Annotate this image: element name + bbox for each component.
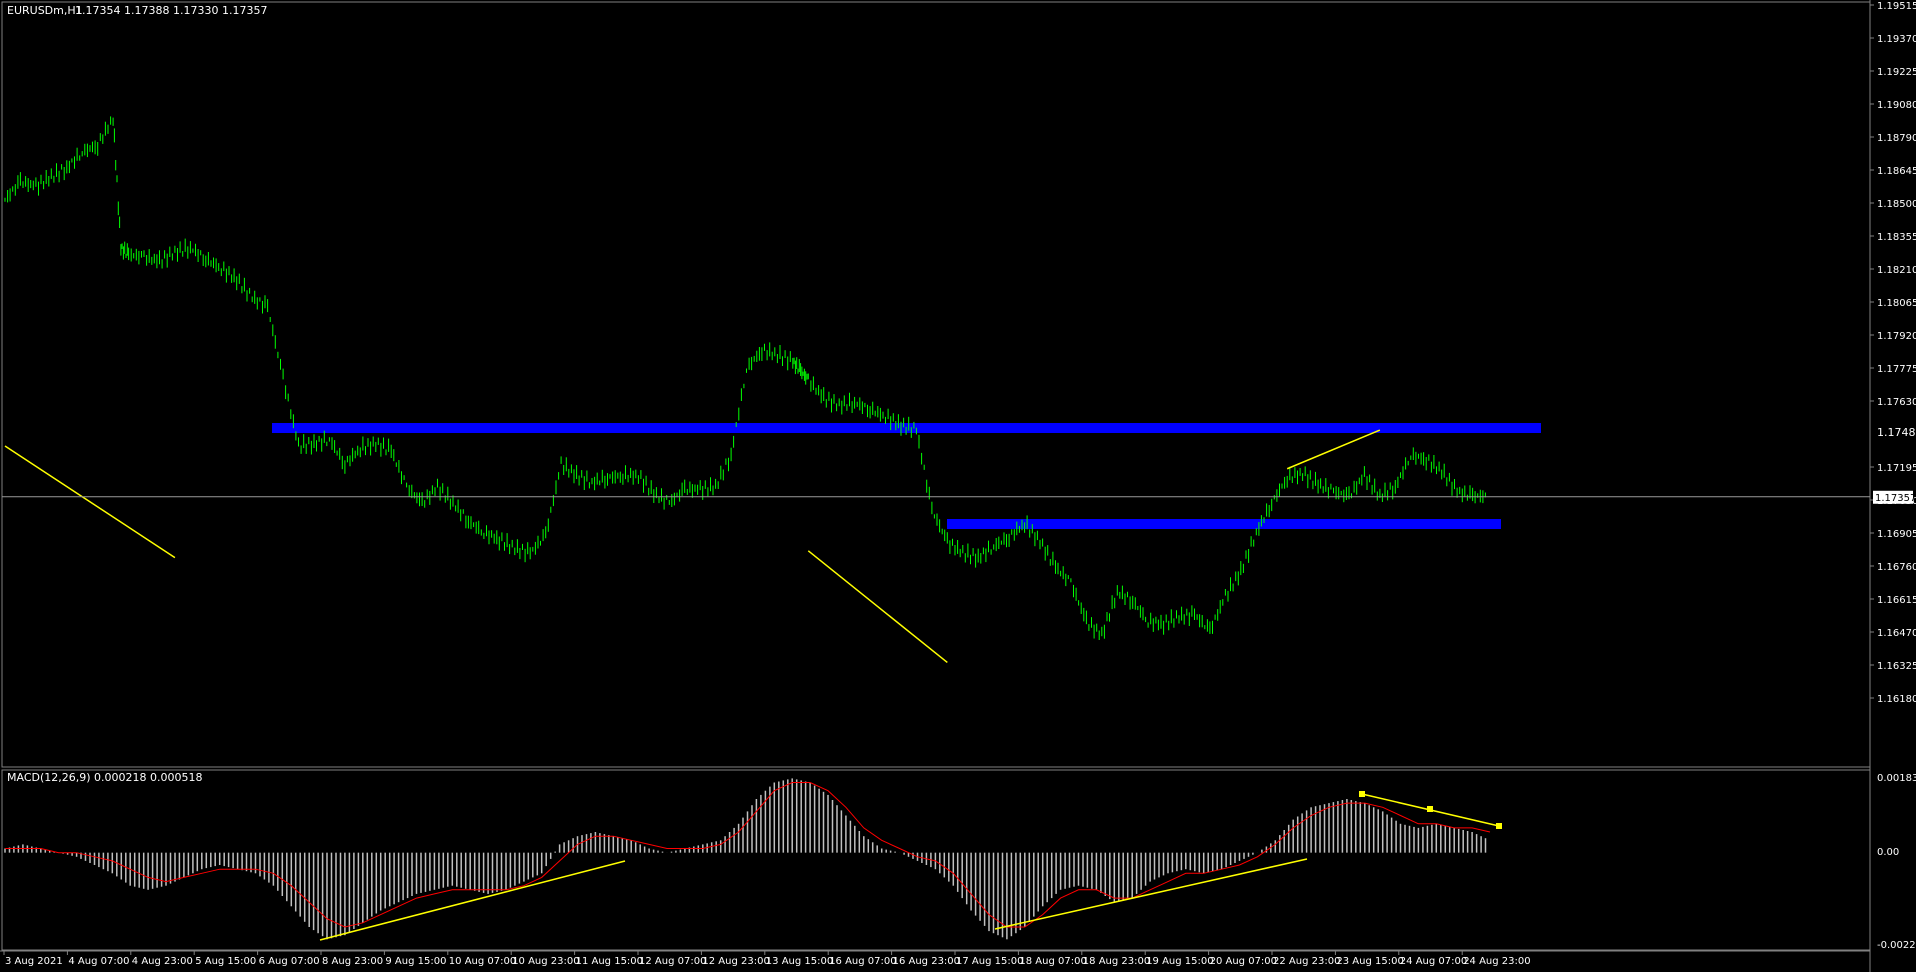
time-tick-label: 5 Aug 15:00: [195, 956, 256, 967]
time-tick-label: 11 Aug 15:00: [576, 956, 643, 967]
trendline: [807, 550, 948, 664]
time-tick-label: 24 Aug 07:00: [1400, 956, 1467, 967]
time-tick-label: 23 Aug 15:00: [1336, 956, 1403, 967]
price-tick-label: 1.17920: [1877, 331, 1916, 342]
time-tick-label: 12 Aug 07:00: [639, 956, 706, 967]
price-tick-label: 1.16905: [1877, 529, 1916, 540]
price-tick-label: 1.18645: [1877, 166, 1916, 177]
time-tick-label: 10 Aug 07:00: [449, 956, 516, 967]
macd-divergence-line: [319, 860, 626, 941]
symbol-label: EURUSDm,H1: [7, 4, 83, 17]
time-tick-label: 24 Aug 23:00: [1463, 956, 1530, 967]
price-tick-label: 1.16760: [1877, 562, 1916, 573]
macd-tick-label: -0.002237: [1877, 940, 1916, 951]
price-tick-label: 1.17630: [1877, 397, 1916, 408]
time-tick-label: 20 Aug 07:00: [1210, 956, 1277, 967]
time-tick-label: 16 Aug 07:00: [829, 956, 896, 967]
price-tick-label: 1.16325: [1877, 661, 1916, 672]
price-tick-label: 1.18065: [1877, 298, 1916, 309]
price-tick-label: 1.18500: [1877, 199, 1916, 210]
price-tick-label: 1.18210: [1877, 265, 1916, 276]
chart-canvas[interactable]: EURUSDm,H1 1.17354 1.17388 1.17330 1.173…: [0, 0, 1916, 972]
time-tick-label: 19 Aug 15:00: [1146, 956, 1213, 967]
time-tick-label: 10 Aug 23:00: [512, 956, 579, 967]
price-axis: 1.19515 1.19370 1.19225 1.19080 1.18790 1.186…: [1870, 1, 1916, 705]
divergence-anchor: [1359, 791, 1365, 797]
price-tick-label: 1.18355: [1877, 232, 1916, 243]
time-tick-label: 3 Aug 2021: [5, 956, 63, 967]
time-tick-label: 18 Aug 07:00: [1019, 956, 1086, 967]
current-price-tag-text: 1.17357: [1875, 493, 1916, 504]
time-tick-label: 6 Aug 07:00: [259, 956, 320, 967]
macd-tick-label: 0.00: [1877, 847, 1899, 858]
ohlc-label: 1.17354 1.17388 1.17330 1.17357: [75, 4, 267, 17]
time-tick-label: 8 Aug 23:00: [322, 956, 383, 967]
trendline: [4, 445, 176, 559]
price-tick-label: 1.17775: [1877, 364, 1916, 375]
macd-axis: 0.001833 0.00 -0.002237: [1877, 773, 1916, 951]
price-tick-label: 1.19080: [1877, 100, 1916, 111]
price-tick-label: 1.18790: [1877, 133, 1916, 144]
time-tick-label: 4 Aug 07:00: [68, 956, 129, 967]
time-tick-label: 22 Aug 23:00: [1273, 956, 1340, 967]
price-tick-label: 1.16615: [1877, 595, 1916, 606]
time-tick-label: 17 Aug 15:00: [956, 956, 1023, 967]
price-tick-label: 1.19515: [1877, 1, 1916, 12]
time-axis: 3 Aug 2021 4 Aug 07:00 4 Aug 23:00 5 Aug 15…: [3, 951, 1531, 967]
divergence-anchor: [1427, 806, 1433, 812]
support-resistance-zones: [272, 423, 1541, 529]
time-tick-label: 16 Aug 23:00: [893, 956, 960, 967]
mt4-chart-window: EURUSDm,H1 1.17354 1.17388 1.17330 1.173…: [0, 0, 1916, 972]
time-tick-label: 9 Aug 15:00: [385, 956, 446, 967]
time-tick-label: 13 Aug 15:00: [766, 956, 833, 967]
price-tick-label: 1.16470: [1877, 628, 1916, 639]
price-tick-label: 1.16180: [1877, 694, 1916, 705]
time-tick-label: 12 Aug 23:00: [702, 956, 769, 967]
time-tick-label: 18 Aug 23:00: [1083, 956, 1150, 967]
price-pane-frame: [1, 1, 1871, 768]
price-tick-label: 1.17485: [1877, 426, 1916, 439]
macd-label: MACD(12,26,9) 0.000218 0.000518: [7, 771, 203, 784]
macd-tick-label: 0.001833: [1877, 773, 1916, 784]
price-tick-label: 1.19370: [1877, 34, 1916, 45]
macd-signal-line: [5, 782, 1491, 928]
macd-divergence-line: [994, 858, 1308, 930]
price-tick-label: 1.19225: [1877, 67, 1916, 78]
price-tick-label: 1.17195: [1877, 463, 1916, 474]
macd-histogram: [4, 778, 1487, 940]
price-series: [4, 116, 1486, 640]
sr-zone: [947, 519, 1501, 529]
trendline: [1286, 429, 1381, 470]
divergence-anchor: [1496, 823, 1502, 829]
time-tick-label: 4 Aug 23:00: [132, 956, 193, 967]
